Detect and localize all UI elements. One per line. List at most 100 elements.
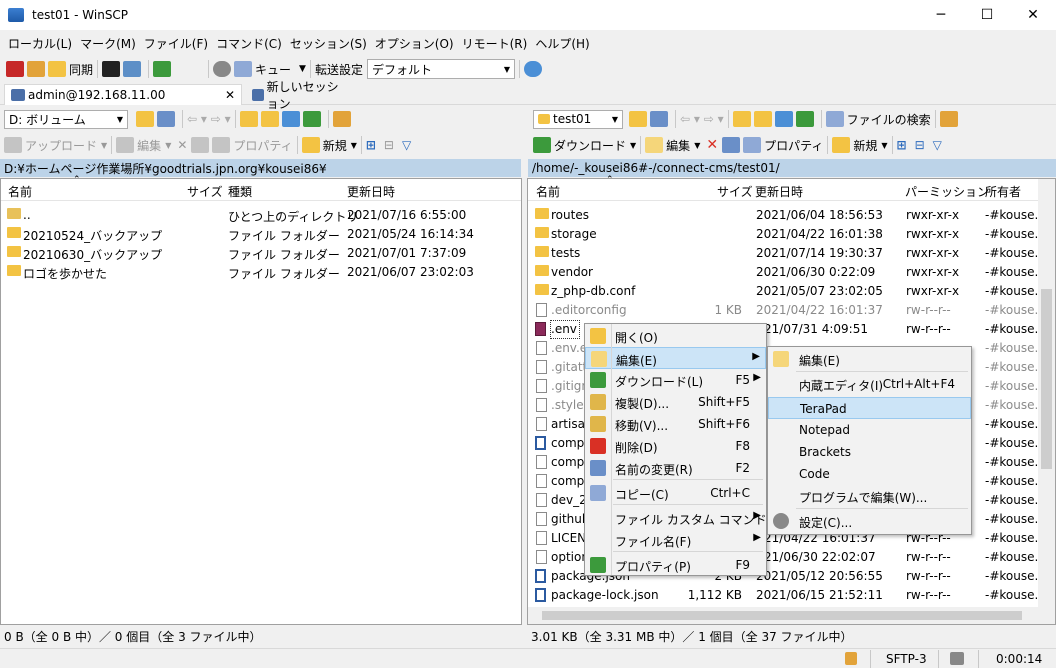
- menu-session[interactable]: セッション(S): [286, 35, 371, 52]
- open-folder-icon[interactable]: [136, 111, 154, 127]
- queue-label[interactable]: キュー: [255, 61, 291, 78]
- edit-icon[interactable]: [116, 137, 135, 153]
- column-date[interactable]: 更新日時: [347, 183, 395, 200]
- edit-icon[interactable]: [645, 137, 664, 153]
- download-icon[interactable]: [533, 137, 551, 153]
- table-row[interactable]: vendor 2021/06/30 0:22:09 rwxr-xr-x -#kouse…: [528, 263, 1046, 282]
- sync-icon[interactable]: [48, 61, 66, 77]
- chevron-down-icon[interactable]: ▼: [101, 141, 107, 150]
- submenu-item[interactable]: 編集(E): [768, 348, 971, 370]
- tree-icon[interactable]: [939, 111, 958, 127]
- submenu-item[interactable]: プログラムで編集(W)...: [768, 485, 971, 507]
- chevron-down-icon[interactable]: ▼: [351, 141, 357, 150]
- edit-button[interactable]: 編集: [137, 137, 161, 154]
- tab-new-session[interactable]: 新しいセッション: [246, 80, 352, 111]
- table-row[interactable]: routes 2021/06/04 18:56:53 rwxr-xr-x -#kous…: [528, 206, 1046, 225]
- refresh-icon[interactable]: [302, 111, 321, 127]
- menu-options[interactable]: オプション(O): [371, 35, 458, 52]
- chevron-down-icon[interactable]: ▼: [299, 64, 306, 74]
- back-icon[interactable]: ⇦ ▾ ⇨ ▾: [187, 112, 231, 126]
- context-menu-item[interactable]: ダウンロード(L) F5 ▶: [585, 369, 766, 391]
- scrollbar-thumb[interactable]: [542, 611, 1022, 620]
- submenu-item[interactable]: Brackets: [768, 441, 971, 463]
- root-dir-icon[interactable]: [753, 111, 772, 127]
- back-icon[interactable]: ⇦ ▾ ⇨ ▾: [680, 112, 724, 126]
- column-type[interactable]: 種類: [228, 183, 252, 200]
- menu-mark[interactable]: マーク(M): [76, 35, 140, 52]
- context-menu-item[interactable]: 移動(V)... Shift+F6: [585, 413, 766, 435]
- drive-select[interactable]: D: ボリューム ▼: [4, 109, 128, 129]
- tab-session[interactable]: admin@192.168.11.00 ✕: [4, 84, 242, 105]
- remote-folder-select[interactable]: test01 ▼: [533, 109, 623, 129]
- compare-icon[interactable]: [6, 61, 24, 77]
- tree-icon[interactable]: [332, 111, 351, 127]
- filter-select-icon[interactable]: ▽: [402, 138, 411, 152]
- new-button[interactable]: 新規: [853, 137, 877, 154]
- find-files-button[interactable]: ファイルの検索: [847, 111, 931, 128]
- column-owner[interactable]: 所有者: [985, 183, 1021, 200]
- chevron-down-icon[interactable]: ▼: [881, 141, 887, 150]
- new-icon[interactable]: [832, 137, 851, 153]
- table-row[interactable]: 20210524_バックアップ ファイル フォルダー 2021/05/24 16:1…: [1, 225, 521, 244]
- rename-icon[interactable]: [191, 137, 210, 153]
- filter-icon[interactable]: [650, 111, 668, 127]
- column-size[interactable]: サイズ: [187, 183, 223, 200]
- menu-remote[interactable]: リモート(R): [458, 35, 532, 52]
- root-dir-icon[interactable]: [260, 111, 279, 127]
- table-row[interactable]: ロゴを歩かせた ファイル フォルダー 2021/06/07 23:02:03: [1, 263, 521, 282]
- right-vertical-scrollbar[interactable]: [1038, 179, 1055, 624]
- chevron-down-icon[interactable]: ▼: [165, 141, 171, 150]
- minimize-button[interactable]: ─: [918, 0, 964, 30]
- column-size[interactable]: サイズ: [717, 183, 753, 200]
- delete-icon[interactable]: ✕: [706, 137, 718, 153]
- menu-local[interactable]: ローカル(L): [4, 35, 76, 52]
- upload-button[interactable]: アップロード: [25, 137, 97, 154]
- column-name[interactable]: 名前: [8, 183, 32, 200]
- tab-close-button[interactable]: ✕: [225, 88, 235, 102]
- menu-help[interactable]: ヘルプ(H): [531, 35, 593, 52]
- sync-label[interactable]: 同期: [69, 61, 93, 78]
- transfer-settings-select[interactable]: デフォルト ▼: [366, 59, 515, 79]
- maximize-button[interactable]: ☐: [964, 0, 1010, 30]
- context-menu-item[interactable]: 編集(E) ▶: [585, 347, 766, 369]
- submenu-item[interactable]: 内蔵エディタ(I) Ctrl+Alt+F4: [768, 373, 971, 395]
- scrollbar-thumb[interactable]: [1041, 289, 1052, 469]
- filter-select-icon[interactable]: ▽: [933, 138, 942, 152]
- queue-icon[interactable]: [234, 61, 253, 77]
- context-menu-item[interactable]: 削除(D) F8: [585, 435, 766, 457]
- unselect-icon[interactable]: ⊟: [384, 138, 394, 152]
- properties-button[interactable]: プロパティ: [764, 137, 823, 154]
- delete-icon[interactable]: ✕: [177, 138, 187, 152]
- parent-dir-icon[interactable]: [732, 111, 751, 127]
- table-row[interactable]: tests 2021/07/14 19:30:37 rwxr-xr-x -#kouse…: [528, 244, 1046, 263]
- rename-icon[interactable]: [722, 137, 741, 153]
- context-menu-item[interactable]: プロパティ(P) F9: [585, 554, 766, 576]
- gear-icon[interactable]: [213, 61, 232, 77]
- table-row[interactable]: .. ひとつ上のディレクトリ 2021/07/16 6:55:00: [1, 206, 521, 225]
- refresh-icon[interactable]: [153, 61, 172, 77]
- column-name[interactable]: 名前: [536, 183, 560, 200]
- home-icon[interactable]: [281, 111, 300, 127]
- new-icon[interactable]: [301, 137, 320, 153]
- right-horizontal-scrollbar[interactable]: [528, 607, 1038, 624]
- new-button[interactable]: 新規: [323, 137, 347, 154]
- submenu-item[interactable]: TeraPad: [768, 397, 971, 419]
- refresh-icon[interactable]: [795, 111, 814, 127]
- table-row[interactable]: package-lock.json 1,112 KB 2021/06/15 21:5…: [528, 586, 1046, 605]
- close-button[interactable]: ✕: [1010, 0, 1056, 30]
- context-menu-item[interactable]: 開く(O): [585, 325, 766, 347]
- chevron-down-icon[interactable]: ▼: [694, 141, 700, 150]
- select-all-icon[interactable]: ⊞: [897, 138, 907, 152]
- synchronize-browse-icon[interactable]: [27, 61, 45, 77]
- context-menu-item[interactable]: コピー(C) Ctrl+C: [585, 482, 766, 504]
- submenu-item[interactable]: Notepad: [768, 419, 971, 441]
- table-row[interactable]: z_php-db.conf 2021/05/07 23:02:05 rwxr-xr-…: [528, 282, 1046, 301]
- select-all-icon[interactable]: ⊞: [366, 138, 376, 152]
- table-row[interactable]: storage 2021/04/22 16:01:38 rwxr-xr-x -#kou…: [528, 225, 1046, 244]
- properties-button[interactable]: プロパティ: [233, 137, 292, 154]
- putty-icon[interactable]: [123, 61, 142, 77]
- edit-button[interactable]: 編集: [666, 137, 690, 154]
- column-date[interactable]: 更新日時: [755, 183, 803, 200]
- open-folder-icon[interactable]: [629, 111, 647, 127]
- context-menu-item[interactable]: 複製(D)... Shift+F5: [585, 391, 766, 413]
